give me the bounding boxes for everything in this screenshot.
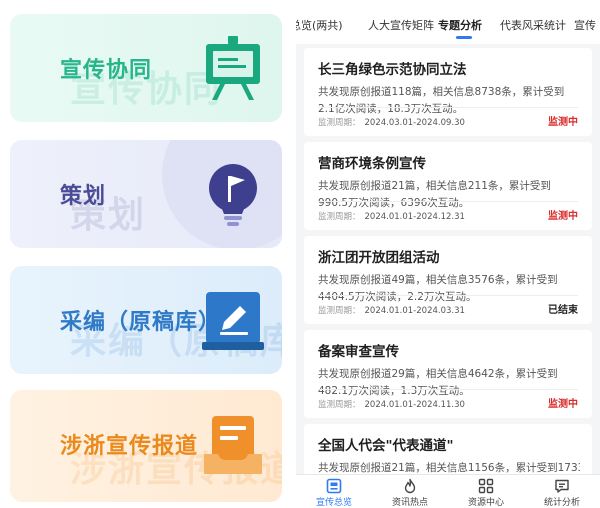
topic-summary: 共发现原创报道29篇，相关信息4642条，累计受到482.1万次阅读，1.3万次… [318, 368, 558, 397]
card-publicity-coordination[interactable]: 宣传协同 宣传协同 [10, 14, 282, 122]
tab-overview[interactable]: 总览(两共) [296, 17, 343, 33]
card-title: 采编（原稿库） [60, 310, 222, 335]
flame-icon [404, 478, 416, 494]
topic-title: 全国人代会"代表通道" [318, 438, 454, 454]
tab-publicity[interactable]: 宣传 [574, 17, 596, 33]
period-label: 监测周期： [318, 400, 361, 410]
divider [318, 107, 578, 108]
app-screen: 总览(两共) 人大宣传矩阵 专题分析 代表风采统计 宣传 长三角绿色示范协同立法… [296, 0, 600, 508]
topic-title: 营商环境条例宣传 [318, 156, 426, 172]
card-title: 策划 [60, 184, 107, 209]
lightbulb-flag-icon [209, 164, 257, 226]
nav-label: 统计分析 [543, 498, 580, 508]
divider [318, 201, 578, 202]
topic-title: 备案审查宣传 [318, 344, 399, 360]
status-badge: 监测中 [548, 117, 578, 128]
nav-statistics-analysis[interactable]: 统计分析 [524, 477, 600, 508]
monitoring-period: 监测周期： 2024.01.01-2024.12.31 [318, 210, 465, 222]
topic-title: 浙江团开放团组活动 [318, 250, 440, 266]
status-badge: 监测中 [548, 399, 578, 410]
card-title: 宣传协同 [60, 58, 153, 83]
period-dates: 2024.01.01-2024.11.30 [364, 400, 465, 410]
nav-label: 资讯热点 [391, 498, 428, 508]
monitoring-period: 监测周期： 2024.03.01-2024.09.30 [318, 116, 465, 128]
period-dates: 2024.01.01-2024.12.31 [364, 212, 465, 222]
period-label: 监测周期： [318, 212, 361, 222]
nav-label: 宣传总览 [315, 498, 352, 508]
presentation-board-icon [206, 36, 260, 100]
period-dates: 2024.03.01-2024.09.30 [364, 118, 465, 128]
card-editorial-manuscript-library[interactable]: 采编（原稿库） 采编（原稿库） [10, 266, 282, 374]
card-title: 涉浙宣传报道 [60, 434, 199, 459]
status-badge: 已结束 [548, 305, 578, 316]
bottom-nav-bar: 宣传总览 资讯热点 资源中心 统计分析 [296, 474, 600, 508]
edit-document-icon [202, 292, 264, 350]
topic-card[interactable]: 营商环境条例宣传 共发现原创报道21篇，相关信息211条，累计受到990.5万次… [304, 142, 592, 230]
topic-card[interactable]: 浙江团开放团组活动 共发现原创报道49篇，相关信息3576条，累计受到4404.… [304, 236, 592, 324]
tab-topic-analysis[interactable]: 专题分析 [438, 17, 482, 33]
card-planning[interactable]: 策划 策划 [10, 140, 282, 248]
period-label: 监测周期： [318, 306, 361, 316]
nav-label: 资源中心 [467, 498, 504, 508]
topic-summary: 共发现原创报道118篇，相关信息8738条，累计受到2.1亿次阅读，18.3万次… [318, 86, 565, 115]
nav-news-hotspots[interactable]: 资讯热点 [372, 477, 448, 508]
topic-card[interactable]: 备案审查宣传 共发现原创报道29篇，相关信息4642条，累计受到482.1万次阅… [304, 330, 592, 418]
monitoring-period: 监测周期： 2024.01.01-2024.11.30 [318, 398, 465, 410]
nav-publicity-overview[interactable]: 宣传总览 [296, 477, 372, 508]
topic-card[interactable]: 长三角绿色示范协同立法 共发现原创报道118篇，相关信息8738条，累计受到2.… [304, 48, 592, 136]
tab-npc-publicity-matrix[interactable]: 人大宣传矩阵 [368, 17, 434, 33]
card-zhejiang-coverage[interactable]: 涉浙宣传报道 涉浙宣传报道 [10, 390, 282, 502]
status-badge: 监测中 [548, 211, 578, 222]
nav-resource-center[interactable]: 资源中心 [448, 477, 524, 508]
active-tab-indicator [456, 36, 472, 39]
top-tab-bar: 总览(两共) 人大宣传矩阵 专题分析 代表风采统计 宣传 [296, 0, 600, 44]
report-stack-icon [204, 416, 262, 474]
grid-apps-icon [478, 478, 494, 494]
left-menu-panel: 宣传协同 宣传协同 策划 策划 采编（原 库 采编（原稿库） 涉浙宣传报道 涉浙… [0, 0, 292, 508]
monitoring-period: 监测周期： 2024.01.01-2024.03.31 [318, 304, 465, 316]
tab-deputy-stats[interactable]: 代表风采统计 [500, 17, 566, 33]
period-label: 监测周期： [318, 118, 361, 128]
screen: 宣传协同 宣传协同 策划 策划 采编（原 库 采编（原稿库） 涉浙宣传报道 涉浙… [0, 0, 600, 508]
chat-stats-icon [555, 479, 569, 493]
topic-summary: 共发现原创报道49篇，相关信息3576条，累计受到4404.5万次阅读，2.2万… [318, 274, 558, 303]
divider [318, 389, 578, 390]
topic-summary: 共发现原创报道21篇，相关信息211条，累计受到990.5万次阅读，6396次互… [318, 180, 551, 209]
period-dates: 2024.01.01-2024.03.31 [364, 306, 465, 316]
topic-title: 长三角绿色示范协同立法 [318, 62, 467, 78]
overview-icon [326, 478, 342, 494]
divider [318, 295, 578, 296]
